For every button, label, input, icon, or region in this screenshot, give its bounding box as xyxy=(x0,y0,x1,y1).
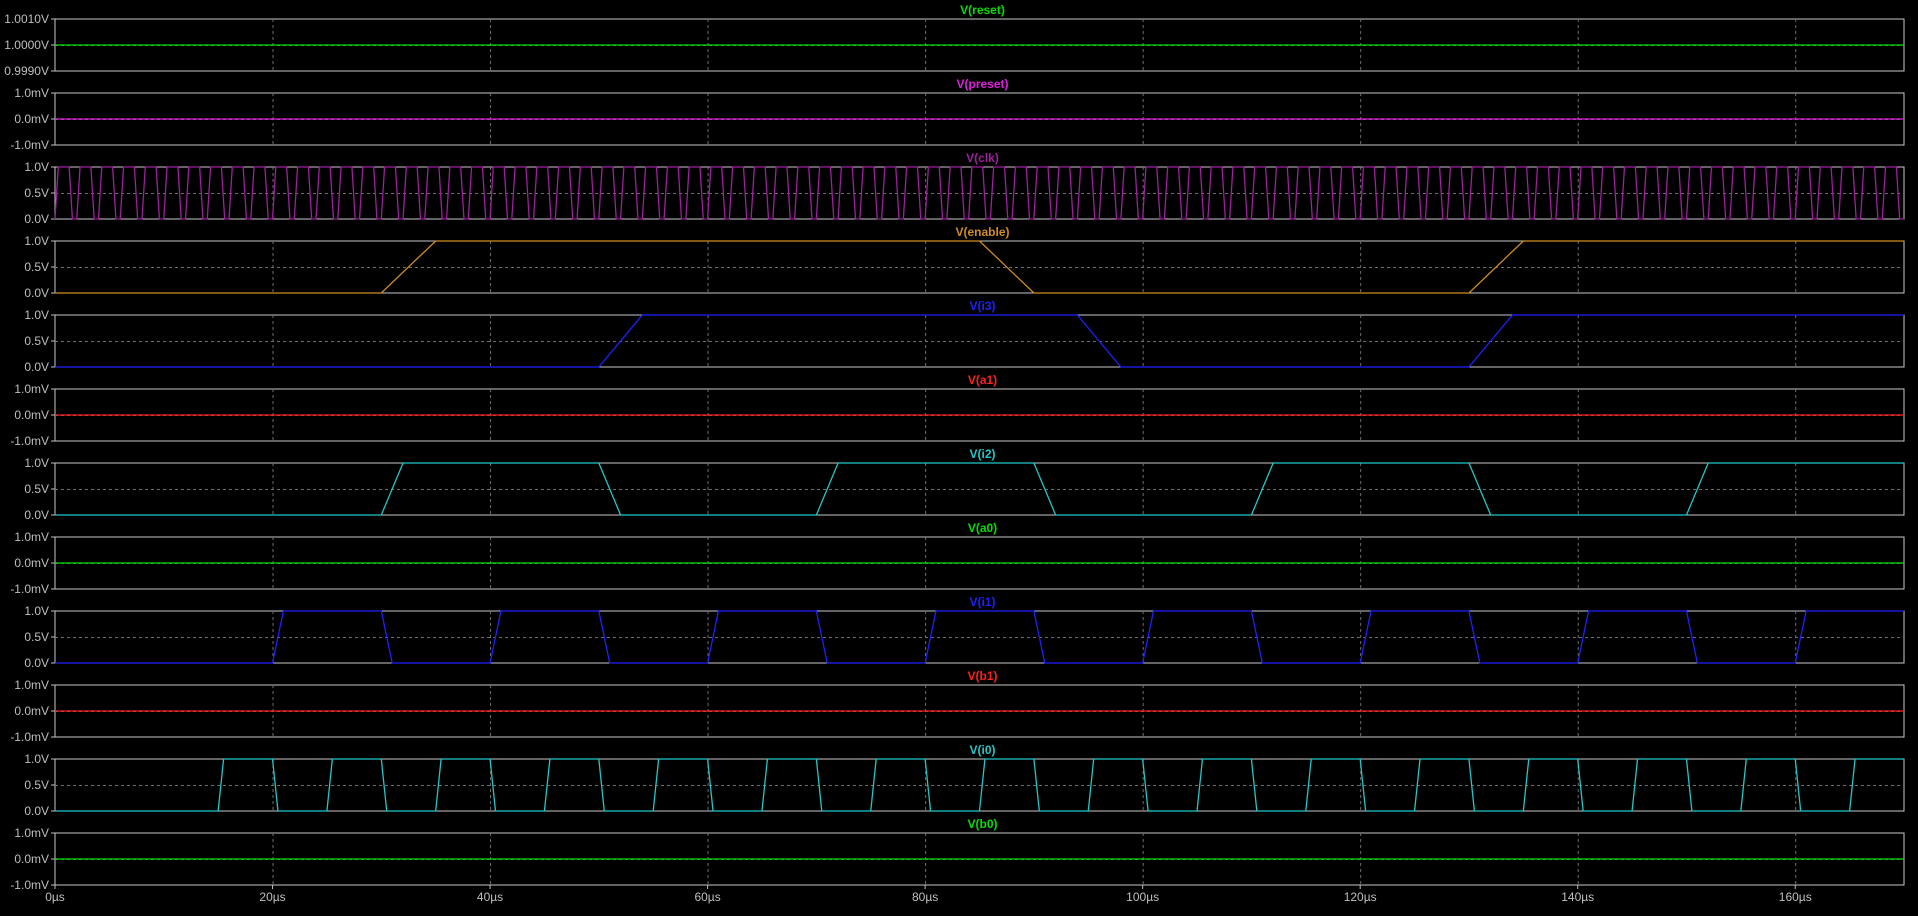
y-tick-label: 0.0V xyxy=(24,656,49,670)
y-tick-label: 1.0V xyxy=(24,456,49,470)
series-title: V(preset) xyxy=(956,77,1008,91)
y-tick-label: 1.0000V xyxy=(4,38,49,52)
y-tick-label: 1.0010V xyxy=(4,12,49,26)
y-tick-label: 0.5V xyxy=(24,334,49,348)
y-tick-label: 1.0V xyxy=(24,604,49,618)
y-tick-label: 0.5V xyxy=(24,482,49,496)
series-title: V(reset) xyxy=(960,3,1005,17)
y-tick-label: 0.0mV xyxy=(14,112,49,126)
y-tick-label: 1.0V xyxy=(24,160,49,174)
bottom-band xyxy=(0,916,1918,922)
y-tick-label: 1.0mV xyxy=(14,86,49,100)
x-tick-label: 100µs xyxy=(1126,890,1159,904)
series-title: V(clk) xyxy=(966,151,999,165)
series-title: V(enable) xyxy=(955,225,1009,239)
y-tick-label: 0.0mV xyxy=(14,852,49,866)
y-tick-label: 0.0V xyxy=(24,212,49,226)
y-tick-label: 0.0V xyxy=(24,508,49,522)
x-tick-label: 60µs xyxy=(694,890,720,904)
y-tick-label: 1.0mV xyxy=(14,382,49,396)
series-title: V(i2) xyxy=(969,447,995,461)
x-tick-label: 80µs xyxy=(912,890,938,904)
y-tick-label: 0.5V xyxy=(24,186,49,200)
y-tick-label: 0.0V xyxy=(24,804,49,818)
series-title: V(a0) xyxy=(968,521,997,535)
y-tick-label: 0.0mV xyxy=(14,704,49,718)
series-title: V(i1) xyxy=(969,595,995,609)
y-tick-label: 1.0mV xyxy=(14,678,49,692)
y-tick-label: 1.0V xyxy=(24,752,49,766)
y-tick-label: 0.0V xyxy=(24,286,49,300)
series-title: V(i3) xyxy=(969,299,995,313)
series-title: V(a1) xyxy=(968,373,997,387)
y-tick-label: 1.0mV xyxy=(14,530,49,544)
y-tick-label: 0.9990V xyxy=(4,64,49,78)
y-tick-label: -1.0mV xyxy=(10,434,49,448)
y-tick-label: 0.0V xyxy=(24,360,49,374)
y-tick-label: 0.5V xyxy=(24,630,49,644)
y-tick-label: 0.5V xyxy=(24,260,49,274)
y-tick-label: -1.0mV xyxy=(10,730,49,744)
series-title: V(b0) xyxy=(968,817,998,831)
series-title: V(i0) xyxy=(969,743,995,757)
y-tick-label: 0.0mV xyxy=(14,408,49,422)
y-tick-label: 0.5V xyxy=(24,778,49,792)
waveform-viewer[interactable]: 1.0010V 1.0000V 0.9990V V(reset) 1.0mV 0.0mV -… xyxy=(0,0,1918,922)
x-tick-label: 120µs xyxy=(1344,890,1377,904)
y-tick-label: 1.0V xyxy=(24,234,49,248)
y-tick-label: -1.0mV xyxy=(10,138,49,152)
y-tick-label: -1.0mV xyxy=(10,878,49,892)
series-title: V(b1) xyxy=(968,669,998,683)
x-tick-label: 160µs xyxy=(1779,890,1812,904)
x-tick-label: 20µs xyxy=(259,890,285,904)
y-tick-label: 1.0mV xyxy=(14,826,49,840)
x-tick-label: 140µs xyxy=(1561,890,1594,904)
y-tick-label: 0.0mV xyxy=(14,556,49,570)
y-tick-label: 1.0V xyxy=(24,308,49,322)
x-tick-label: 0µs xyxy=(45,890,65,904)
y-tick-label: -1.0mV xyxy=(10,582,49,596)
x-tick-label: 40µs xyxy=(477,890,503,904)
